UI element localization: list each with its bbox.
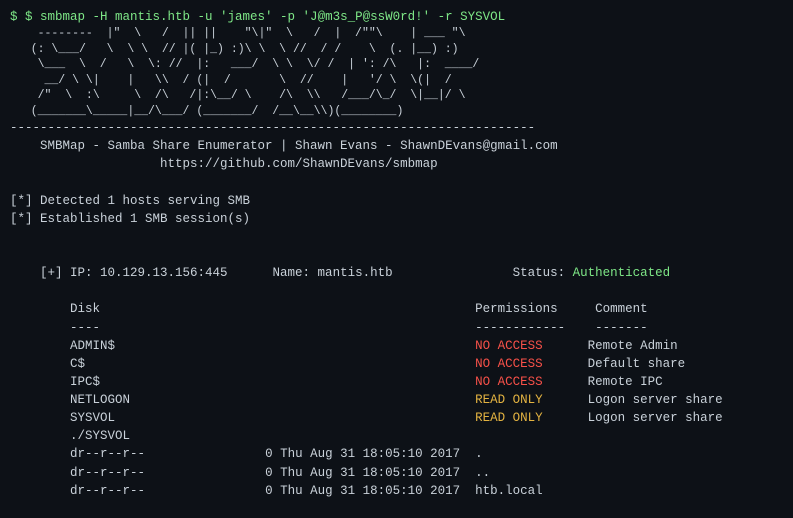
ascii-banner-line4: __/ \ \| | \\ / (| / \ // | '/ \ \(| / <box>10 73 783 89</box>
ascii-banner-line3: \___ \ / \ \: // |: ___/ \ \ \/ / | ': /… <box>10 57 783 73</box>
file-num-dotdot: 0 <box>265 466 273 480</box>
share-perm-netlogon: READ ONLY <box>475 393 543 407</box>
share-name-netlogon: NETLOGON <box>70 393 130 407</box>
ascii-banner-line2: (: \___/ \ \ \ // |( |_) :)\ \ \ // / / … <box>10 42 783 58</box>
blank-line1 <box>10 174 783 192</box>
share-comment-admin: Remote Admin <box>588 339 678 353</box>
share-row-ipc: IPC$ NO ACCESS Remote IPC <box>10 373 783 391</box>
share-comment-sysvol: Logon server share <box>588 411 723 425</box>
established-line: [*] Established 1 SMB session(s) <box>10 210 783 228</box>
share-perm-admin: NO ACCESS <box>475 339 543 353</box>
share-comment-c: Default share <box>588 357 686 371</box>
file-num-htb: 0 <box>265 484 273 498</box>
permissions-divider: ------------ <box>475 321 565 335</box>
ip-label: [+] IP: 10.129.13.156:445 Name: mantis.h… <box>40 266 573 280</box>
credit-line2: https://github.com/ShawnDEvans/smbmap <box>10 155 783 173</box>
blank-line2 <box>10 228 783 246</box>
share-comment-ipc: Remote IPC <box>588 375 663 389</box>
file-date-dot: Thu Aug 31 18:05:10 2017 <box>280 447 460 461</box>
share-row-c: C$ NO ACCESS Default share <box>10 355 783 373</box>
file-perms-dotdot: dr--r--r-- <box>70 466 145 480</box>
share-comment-netlogon: Logon server share <box>588 393 723 407</box>
share-row-admin: ADMIN$ NO ACCESS Remote Admin <box>10 337 783 355</box>
comment-divider: ------- <box>595 321 648 335</box>
disk-divider-line: ---- ------------ ------- <box>10 319 783 337</box>
share-row-netlogon: NETLOGON READ ONLY Logon server share <box>10 391 783 409</box>
file-name-dot: . <box>475 447 483 461</box>
file-row-htb: dr--r--r-- 0 Thu Aug 31 18:05:10 2017 ht… <box>10 482 783 500</box>
file-row-dotdot: dr--r--r-- 0 Thu Aug 31 18:05:10 2017 .. <box>10 464 783 482</box>
detected-line: [*] Detected 1 hosts serving SMB <box>10 192 783 210</box>
file-name-htb: htb.local <box>475 484 543 498</box>
file-date-htb: Thu Aug 31 18:05:10 2017 <box>280 484 460 498</box>
command-text: $ smbmap -H mantis.htb -u 'james' -p 'J@… <box>25 10 505 24</box>
status-value: Authenticated <box>573 266 671 280</box>
share-name-sysvol: SYSVOL <box>70 411 115 425</box>
terminal: $ $ smbmap -H mantis.htb -u 'james' -p '… <box>0 0 793 518</box>
sysvol-dir-line: ./SYSVOL <box>10 427 783 445</box>
share-perm-ipc: NO ACCESS <box>475 375 543 389</box>
share-row-sysvol: SYSVOL READ ONLY Logon server share <box>10 409 783 427</box>
file-row-dot: dr--r--r-- 0 Thu Aug 31 18:05:10 2017 . <box>10 445 783 463</box>
ascii-banner-line5: /" \ :\ \ /\ /|:\__/ \ /\ \\ /___/\_/ \|… <box>10 88 783 104</box>
comment-header: Comment <box>595 302 648 316</box>
disk-header-line: Disk Permissions Comment <box>10 300 783 318</box>
file-perms-htb: dr--r--r-- <box>70 484 145 498</box>
share-name-admin: ADMIN$ <box>70 339 115 353</box>
divider-line: ----------------------------------------… <box>10 119 783 137</box>
share-perm-c: NO ACCESS <box>475 357 543 371</box>
file-name-dotdot: .. <box>475 466 490 480</box>
ascii-banner-line1: -------- |" \ / || || "\|" \ / | /""\ | … <box>10 26 783 42</box>
permissions-header: Permissions <box>475 302 558 316</box>
prompt-symbol: $ <box>10 10 25 24</box>
share-name-ipc: IPC$ <box>70 375 100 389</box>
file-perms-dot: dr--r--r-- <box>70 447 145 461</box>
ip-status-line: [+] IP: 10.129.13.156:445 Name: mantis.h… <box>10 246 783 300</box>
share-name-c: C$ <box>70 357 85 371</box>
share-perm-sysvol: READ ONLY <box>475 411 543 425</box>
ascii-banner-line6: (_______\_____|__/\___/ (_______/ /__\__… <box>10 104 783 120</box>
file-num-dot: 0 <box>265 447 273 461</box>
credit-line1: SMBMap - Samba Share Enumerator | Shawn … <box>10 137 783 155</box>
file-date-dotdot: Thu Aug 31 18:05:10 2017 <box>280 466 460 480</box>
prompt-line: $ $ smbmap -H mantis.htb -u 'james' -p '… <box>10 8 783 26</box>
